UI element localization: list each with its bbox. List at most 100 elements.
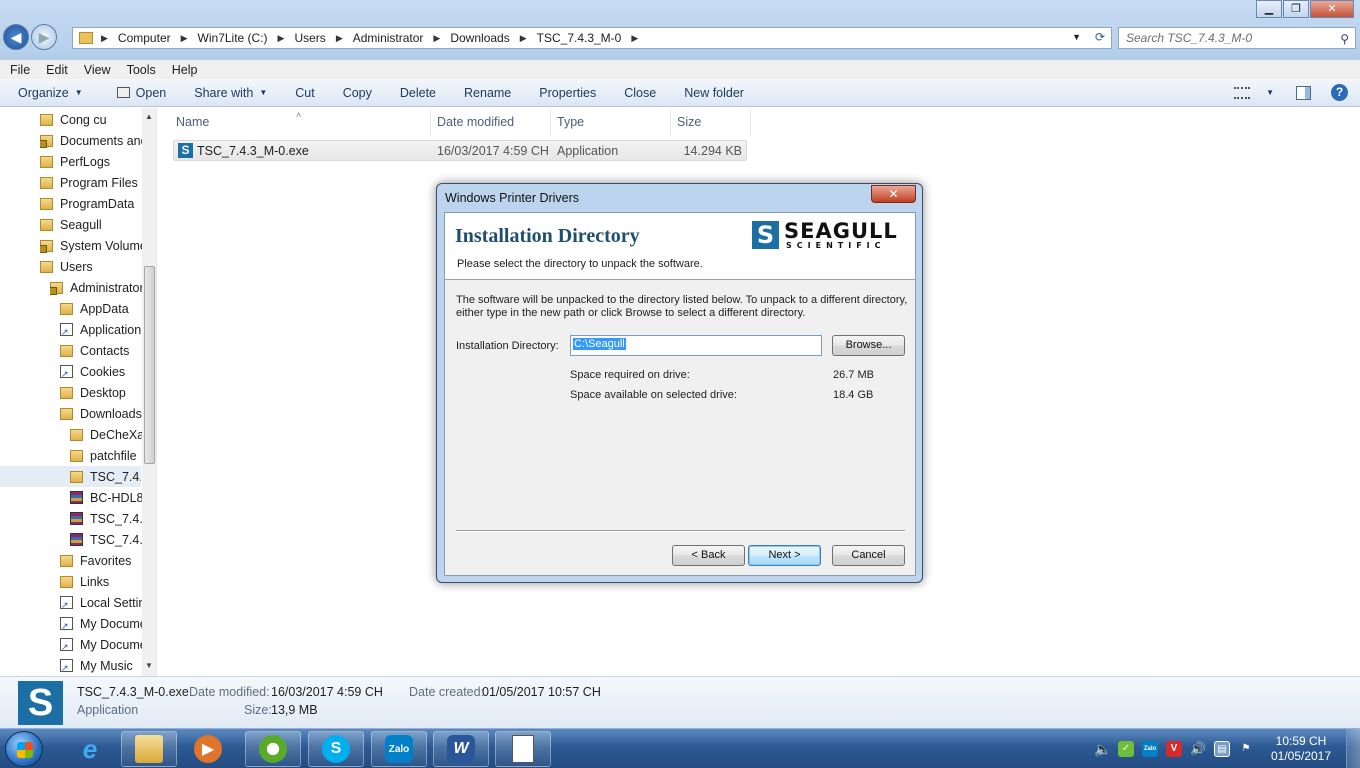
search-icon[interactable]: ⚲	[1340, 29, 1349, 49]
nav-item-appdata[interactable]: AppData	[60, 298, 142, 319]
menu-file[interactable]: File	[10, 63, 30, 77]
install-dir-input[interactable]: C:\Seagull	[570, 335, 822, 356]
taskbar-skype[interactable]: S	[308, 731, 364, 767]
next-button[interactable]: Next >	[748, 545, 821, 566]
scroll-down-icon[interactable]: ▼	[145, 661, 153, 670]
menu-view[interactable]: View	[84, 63, 111, 77]
nav-item-local-settings[interactable]: Local Settings	[60, 592, 142, 613]
taskbar-zalo[interactable]: Zalo	[371, 731, 427, 767]
nav-item-system-volume[interactable]: System Volume Information	[40, 235, 156, 256]
minimize-button[interactable]: ▁	[1256, 0, 1282, 18]
column-header-name[interactable]: Name	[176, 114, 209, 136]
breadcrumb-downloads[interactable]: Downloads	[450, 31, 509, 45]
change-view-icon[interactable]	[1234, 86, 1251, 99]
action-center-icon[interactable]: ⚑	[1238, 741, 1254, 757]
breadcrumb-administrator[interactable]: Administrator	[353, 31, 424, 45]
nav-item-perflogs[interactable]: PerfLogs	[40, 151, 156, 172]
table-row[interactable]: S TSC_7.4.3_M-0.exe 16/03/2017 4:59 CH A…	[173, 140, 747, 161]
nav-item-tsc-folder[interactable]: TSC_7.4.3	[0, 466, 141, 487]
nav-item-users[interactable]: Users	[40, 256, 156, 277]
breadcrumb-drive[interactable]: Win7Lite (C:)	[198, 31, 268, 45]
scrollbar-thumb[interactable]	[144, 266, 155, 464]
chevron-right-icon[interactable]: ▶	[181, 33, 188, 44]
help-icon[interactable]: ?	[1331, 84, 1348, 101]
open-button[interactable]: Open	[116, 86, 166, 100]
taskbar-windows-explorer[interactable]	[121, 731, 177, 767]
nav-item-downloads[interactable]: Downloads	[60, 403, 142, 424]
nav-item-favorites[interactable]: Favorites	[60, 550, 142, 571]
speaker-icon[interactable]: 🔊	[1190, 741, 1206, 757]
breadcrumb-current[interactable]: TSC_7.4.3_M-0	[537, 31, 622, 45]
vietkey-icon[interactable]: V	[1166, 741, 1182, 757]
show-desktop-button[interactable]	[1346, 729, 1360, 768]
chevron-right-icon[interactable]: ▶	[433, 33, 440, 44]
nav-item-seagull[interactable]: Seagull	[40, 214, 156, 235]
nav-item-patchfile[interactable]: patchfile	[70, 445, 142, 466]
forward-button[interactable]: ▶	[31, 24, 57, 50]
nav-item-application-data[interactable]: Application Data	[60, 319, 142, 340]
nav-item-bc-hdl8[interactable]: BC-HDL8	[70, 487, 142, 508]
back-button[interactable]: ◀	[3, 24, 29, 50]
chevron-right-icon[interactable]: ▶	[631, 33, 638, 44]
close-window-button[interactable]: ✕	[1310, 0, 1354, 18]
taskbar-media-player[interactable]: ▶	[180, 731, 236, 767]
breadcrumb-users[interactable]: Users	[294, 31, 325, 45]
back-button[interactable]: < Back	[672, 545, 745, 566]
close-button[interactable]: Close	[624, 86, 656, 100]
breadcrumb-computer[interactable]: Computer	[118, 31, 171, 45]
nav-item-programdata[interactable]: ProgramData	[40, 193, 156, 214]
taskbar-internet-explorer[interactable]: e	[62, 731, 118, 767]
column-divider[interactable]	[670, 110, 671, 136]
nav-item-cong-cu[interactable]: Cong cu	[40, 109, 156, 130]
address-dropdown-icon[interactable]: ▼	[1072, 32, 1081, 42]
dialog-close-button[interactable]: ✕	[871, 185, 916, 203]
chevron-down-icon[interactable]: ▼	[1266, 88, 1274, 97]
organize-button[interactable]: Organize ▼	[18, 86, 83, 100]
nav-item-documents-and-settings[interactable]: Documents and Settings	[40, 130, 156, 151]
nav-item-dechexa[interactable]: DeCheXa	[70, 424, 142, 445]
cut-button[interactable]: Cut	[295, 86, 314, 100]
nav-scrollbar[interactable]: ▲ ▼	[142, 108, 156, 676]
nav-item-my-music[interactable]: My Music	[60, 655, 142, 676]
nav-item-tsc-archive-1[interactable]: TSC_7.4.3	[70, 508, 142, 529]
scroll-up-icon[interactable]: ▲	[145, 112, 153, 121]
rename-button[interactable]: Rename	[464, 86, 511, 100]
properties-button[interactable]: Properties	[539, 86, 596, 100]
menu-tools[interactable]: Tools	[127, 63, 156, 77]
chevron-right-icon[interactable]: ▶	[278, 33, 285, 44]
nav-item-my-documents-2[interactable]: My Documents	[60, 634, 142, 655]
search-input[interactable]: Search TSC_7.4.3_M-0 ⚲	[1118, 27, 1356, 49]
nav-item-links[interactable]: Links	[60, 571, 142, 592]
taskbar-document-viewer[interactable]	[495, 731, 551, 767]
chevron-right-icon[interactable]: ▶	[336, 33, 343, 44]
copy-button[interactable]: Copy	[343, 86, 372, 100]
nav-item-program-files[interactable]: Program Files	[40, 172, 156, 193]
volume-muted-icon[interactable]: 🔈	[1094, 741, 1111, 757]
system-clock[interactable]: 10:59 CH 01/05/2017	[1268, 734, 1334, 764]
nav-item-tsc-archive-2[interactable]: TSC_7.4.3	[70, 529, 142, 550]
network-icon[interactable]: ▤	[1214, 741, 1230, 757]
nav-item-cookies[interactable]: Cookies	[60, 361, 142, 382]
refresh-icon[interactable]: ⟳	[1095, 30, 1105, 44]
shield-icon[interactable]: ✓	[1118, 741, 1134, 757]
nav-item-administrator[interactable]: Administrator	[50, 277, 142, 298]
browse-button[interactable]: Browse...	[832, 335, 905, 356]
preview-pane-icon[interactable]	[1296, 85, 1311, 100]
cancel-button[interactable]: Cancel	[832, 545, 905, 566]
delete-button[interactable]: Delete	[400, 86, 436, 100]
column-divider[interactable]	[550, 110, 551, 136]
menu-help[interactable]: Help	[172, 63, 198, 77]
column-divider[interactable]	[430, 110, 431, 136]
column-header-date-modified[interactable]: Date modified	[437, 114, 514, 136]
start-button[interactable]	[5, 731, 43, 767]
menu-edit[interactable]: Edit	[46, 63, 68, 77]
taskbar-microsoft-word[interactable]: W	[433, 731, 489, 767]
share-with-button[interactable]: Share with ▼	[194, 86, 267, 100]
new-folder-button[interactable]: New folder	[684, 86, 744, 100]
taskbar-coc-coc-browser[interactable]	[245, 731, 301, 767]
maximize-button[interactable]: ❐	[1283, 0, 1309, 18]
chevron-right-icon[interactable]: ▶	[520, 33, 527, 44]
nav-item-contacts[interactable]: Contacts	[60, 340, 142, 361]
column-header-size[interactable]: Size	[677, 114, 701, 136]
address-bar[interactable]: ▶ Computer ▶ Win7Lite (C:) ▶ Users ▶ Adm…	[72, 27, 1112, 49]
